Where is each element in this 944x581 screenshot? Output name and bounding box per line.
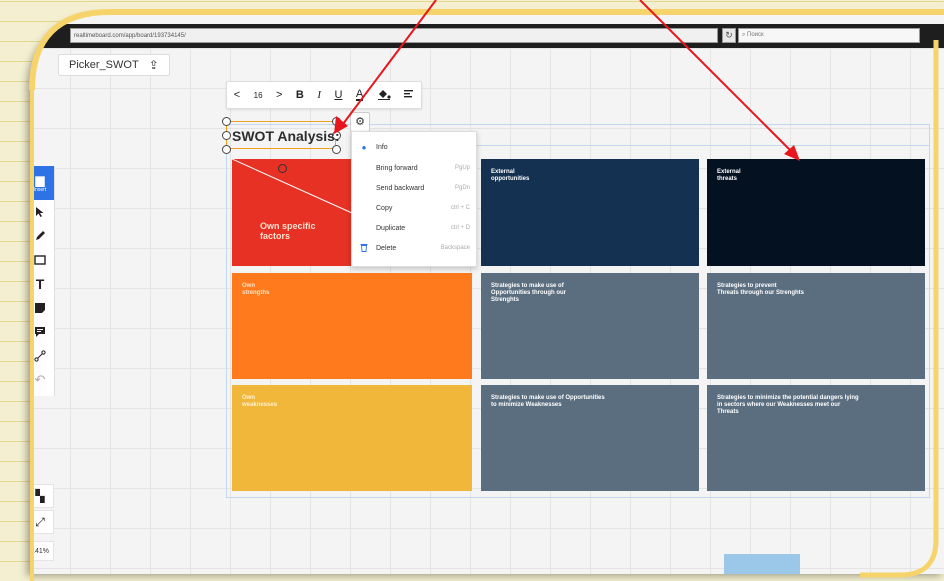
- trash-icon: [352, 243, 376, 254]
- menu-item-label: Copy: [376, 204, 393, 212]
- own-specific-label: Own specific factors: [260, 221, 316, 241]
- text-icon[interactable]: T: [30, 272, 54, 296]
- board-title-panel[interactable]: Picker_SWOT ⇪: [58, 54, 170, 76]
- board-minimap[interactable]: [724, 554, 800, 574]
- so-strategies-cell[interactable]: Strategies to make use of Opportunities …: [481, 273, 699, 379]
- menu-item-send-backward[interactable]: Send backward PgDn: [352, 179, 476, 197]
- zoom-level[interactable]: 141%: [30, 541, 54, 561]
- menu-item-shortcut: ctrl + C: [450, 205, 470, 211]
- panels-icon[interactable]: ▚: [30, 484, 54, 508]
- search-placeholder: Поиск: [747, 32, 764, 38]
- resize-handle-bottom-right[interactable]: [332, 145, 341, 154]
- menu-item-label: Delete: [376, 244, 397, 252]
- own-weaknesses-cell[interactable]: Own weaknesses: [232, 385, 472, 491]
- menu-item-shortcut: PgUp: [454, 165, 470, 171]
- reload-icon[interactable]: ↻: [722, 28, 736, 43]
- undo-icon[interactable]: ↶: [30, 368, 54, 392]
- board-title[interactable]: Picker_SWOT: [69, 59, 139, 71]
- address-bar[interactable]: realtimeboard.com/app/board/193734145/: [70, 28, 718, 43]
- external-threats-cell[interactable]: External threats: [707, 159, 925, 266]
- own-strengths-label: Own strengths: [242, 283, 270, 296]
- external-opportunities-cell[interactable]: External opportunities: [481, 159, 699, 266]
- menu-item-delete[interactable]: Delete Backspace: [352, 239, 476, 257]
- comment-icon[interactable]: [30, 320, 54, 344]
- menu-item-label: Bring forward: [376, 164, 418, 172]
- font-size-decrease-button[interactable]: <: [234, 89, 240, 101]
- wt-strategies-label: Strategies to minimize the potential dan…: [717, 395, 859, 415]
- sticky-note-icon[interactable]: [30, 296, 54, 320]
- rectangle-icon[interactable]: [30, 248, 54, 272]
- paint-bucket-icon[interactable]: [377, 88, 391, 103]
- insert-button[interactable]: ▆ Insert: [30, 166, 54, 200]
- screenshot-window: realtimeboard.com/app/board/193734145/ ↻…: [30, 14, 944, 574]
- connector-icon[interactable]: [30, 344, 54, 368]
- menu-item-label: Duplicate: [376, 224, 406, 232]
- wo-strategies-label: Strategies to make use of Opportunities …: [491, 395, 605, 408]
- fullscreen-icon[interactable]: ⤢: [30, 510, 54, 534]
- external-threats-label: External threats: [717, 169, 741, 182]
- context-menu: ● Info Bring forward PgUp Send backward …: [351, 131, 477, 267]
- menu-item-duplicate[interactable]: Duplicate ctrl + D: [352, 219, 476, 237]
- st-strategies-label: Strategies to prevent Threats through ou…: [717, 283, 804, 296]
- share-icon[interactable]: ⇪: [149, 58, 159, 72]
- wt-strategies-cell[interactable]: Strategies to minimize the potential dan…: [707, 385, 925, 491]
- browser-toolbar: realtimeboard.com/app/board/193734145/ ↻…: [30, 24, 944, 48]
- resize-handle-mid-left[interactable]: [222, 131, 231, 140]
- wo-strategies-cell[interactable]: Strategies to make use of Opportunities …: [481, 385, 699, 491]
- own-strengths-cell[interactable]: Own strengths: [232, 273, 472, 379]
- search-field[interactable]: ⌕ Поиск: [738, 28, 920, 43]
- resize-handle-bottom-left[interactable]: [222, 145, 231, 154]
- select-arrow-icon[interactable]: [30, 200, 54, 224]
- bold-button[interactable]: B: [296, 89, 304, 101]
- menu-item-shortcut: ctrl + D: [450, 225, 470, 231]
- so-strategies-label: Strategies to make use of Opportunities …: [491, 283, 566, 303]
- font-size-increase-button[interactable]: >: [276, 89, 282, 101]
- pen-icon[interactable]: [30, 224, 54, 248]
- format-toolbar: < 16 > B I U A: [226, 81, 422, 109]
- font-size-value[interactable]: 16: [254, 91, 263, 100]
- resize-handle-top-left[interactable]: [222, 117, 231, 126]
- info-icon: ●: [361, 142, 367, 152]
- gear-icon[interactable]: ⚙: [350, 112, 370, 132]
- menu-item-label: Send backward: [376, 184, 425, 192]
- swot-title[interactable]: SWOT Analysis:: [232, 128, 340, 144]
- own-weaknesses-label: Own weaknesses: [242, 395, 278, 408]
- rotate-handle[interactable]: [278, 164, 287, 173]
- external-opportunities-label: External opportunities: [491, 169, 530, 182]
- left-toolbar: ▆ Insert T ↶: [30, 166, 55, 396]
- menu-item-label: Info: [376, 143, 388, 151]
- menu-item-shortcut: Backspace: [440, 245, 470, 251]
- menu-item-info[interactable]: ● Info: [352, 138, 476, 156]
- italic-button[interactable]: I: [317, 89, 321, 101]
- resize-handle-top-right[interactable]: [332, 117, 341, 126]
- align-left-icon[interactable]: [404, 89, 414, 102]
- underline-button[interactable]: U: [334, 89, 342, 101]
- menu-item-copy[interactable]: Copy ctrl + C: [352, 199, 476, 217]
- st-strategies-cell[interactable]: Strategies to prevent Threats through ou…: [707, 273, 925, 379]
- document-icon: ▆: [35, 173, 45, 187]
- insert-label: Insert: [33, 187, 47, 193]
- text-color-button[interactable]: A: [355, 89, 364, 101]
- menu-item-bring-forward[interactable]: Bring forward PgUp: [352, 159, 476, 177]
- menu-item-shortcut: PgDn: [454, 185, 470, 191]
